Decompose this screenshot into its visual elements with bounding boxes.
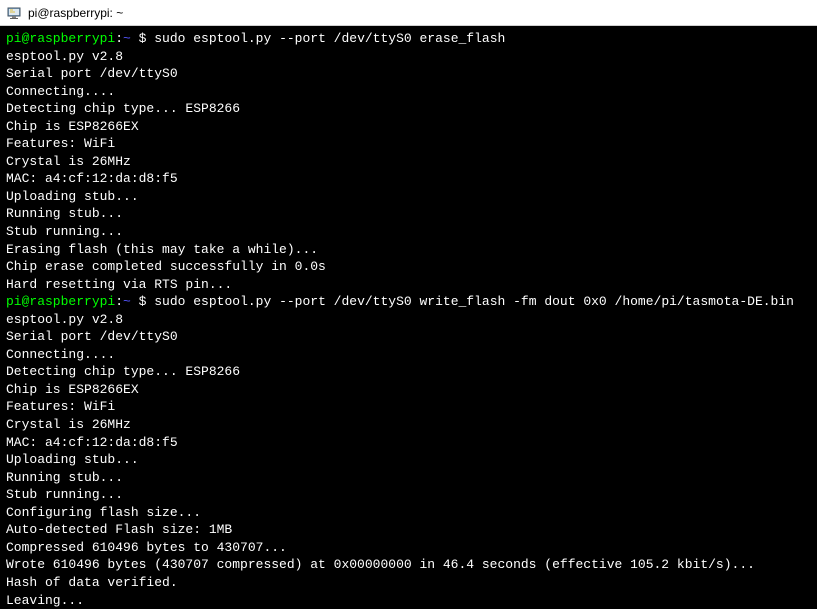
output-line: Crystal is 26MHz xyxy=(6,153,811,171)
output-line: Wrote 610496 bytes (430707 compressed) a… xyxy=(6,556,811,574)
output-line: Connecting.... xyxy=(6,83,811,101)
terminal-content[interactable]: pi@raspberrypi:~ $ sudo esptool.py --por… xyxy=(0,26,817,609)
output-line: Detecting chip type... ESP8266 xyxy=(6,363,811,381)
output-line: Serial port /dev/ttyS0 xyxy=(6,328,811,346)
output-line: Serial port /dev/ttyS0 xyxy=(6,65,811,83)
putty-icon xyxy=(6,5,22,21)
output-line: Running stub... xyxy=(6,205,811,223)
title-bar[interactable]: pi@raspberrypi: ~ xyxy=(0,0,817,26)
output-line: Chip is ESP8266EX xyxy=(6,118,811,136)
terminal-window: pi@raspberrypi: ~ pi@raspberrypi:~ $ sud… xyxy=(0,0,817,609)
output-line: Uploading stub... xyxy=(6,188,811,206)
output-line: Compressed 610496 bytes to 430707... xyxy=(6,539,811,557)
command-1: sudo esptool.py --port /dev/ttyS0 erase_… xyxy=(154,31,505,46)
output-line: Erasing flash (this may take a while)... xyxy=(6,241,811,259)
output-line: Stub running... xyxy=(6,223,811,241)
output-line: Auto-detected Flash size: 1MB xyxy=(6,521,811,539)
output-line: MAC: a4:cf:12:da:d8:f5 xyxy=(6,170,811,188)
output-line: esptool.py v2.8 xyxy=(6,311,811,329)
output-line: esptool.py v2.8 xyxy=(6,48,811,66)
output-line: Leaving... xyxy=(6,592,811,609)
output-line: Hard resetting via RTS pin... xyxy=(6,276,811,294)
window-title: pi@raspberrypi: ~ xyxy=(28,6,123,20)
prompt-line-2: pi@raspberrypi:~ $ sudo esptool.py --por… xyxy=(6,293,811,311)
output-line: Running stub... xyxy=(6,469,811,487)
output-line: Connecting.... xyxy=(6,346,811,364)
prompt-line-1: pi@raspberrypi:~ $ sudo esptool.py --por… xyxy=(6,30,811,48)
output-line: Hash of data verified. xyxy=(6,574,811,592)
output-line: Stub running... xyxy=(6,486,811,504)
output-line: Features: WiFi xyxy=(6,135,811,153)
output-line: MAC: a4:cf:12:da:d8:f5 xyxy=(6,434,811,452)
output-line: Chip erase completed successfully in 0.0… xyxy=(6,258,811,276)
command-2: sudo esptool.py --port /dev/ttyS0 write_… xyxy=(154,294,794,309)
output-line: Features: WiFi xyxy=(6,398,811,416)
output-line: Detecting chip type... ESP8266 xyxy=(6,100,811,118)
output-line: Configuring flash size... xyxy=(6,504,811,522)
output-line: Chip is ESP8266EX xyxy=(6,381,811,399)
output-line: Crystal is 26MHz xyxy=(6,416,811,434)
output-line: Uploading stub... xyxy=(6,451,811,469)
